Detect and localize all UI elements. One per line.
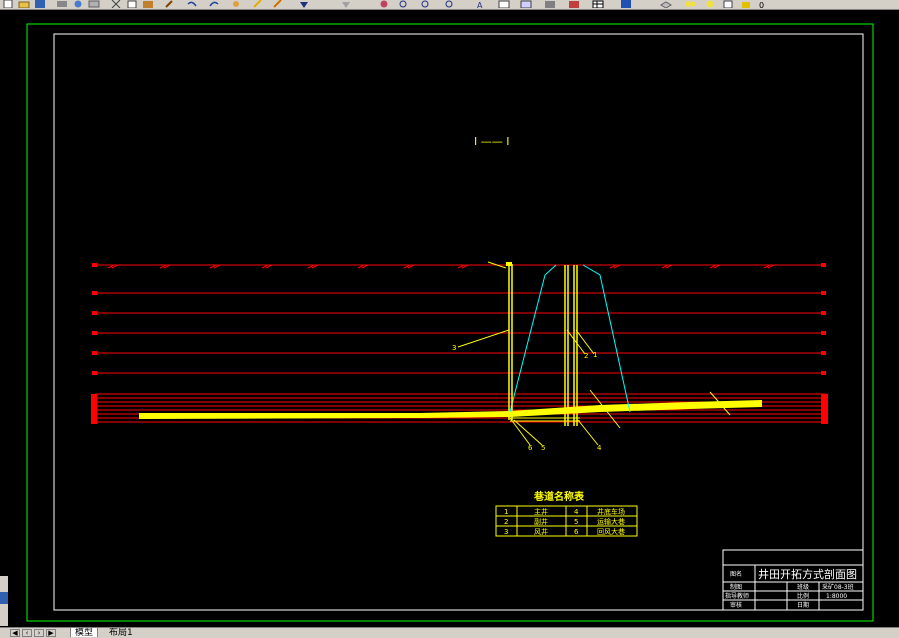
arrow-down-icon[interactable] xyxy=(298,0,312,8)
label-3: 3 xyxy=(452,344,456,352)
open-file-icon[interactable] xyxy=(18,0,32,8)
title-block-label: 指导教师 xyxy=(725,592,749,600)
layer-color-icon[interactable] xyxy=(722,0,736,8)
match-properties-icon[interactable] xyxy=(164,0,178,8)
legend-cell: 主井 xyxy=(534,507,548,516)
pencil-icon[interactable] xyxy=(252,0,266,8)
tab-first-arrow-icon[interactable]: ◀ xyxy=(10,629,20,637)
match-icon[interactable] xyxy=(272,0,286,8)
cut-icon[interactable] xyxy=(110,0,124,8)
new-file-icon[interactable] xyxy=(2,0,16,8)
layout-tab-strip: ◀ ‹ › ▶ 模型 布局1 xyxy=(0,627,899,638)
left-elevation-markers xyxy=(91,263,97,424)
save-icon[interactable] xyxy=(34,0,48,8)
tab-prev-arrow-icon[interactable]: ‹ xyxy=(22,629,32,637)
tab-layout1[interactable]: 布局1 xyxy=(105,628,137,638)
legend-cell: 副井 xyxy=(534,517,548,526)
label-5: 5 xyxy=(541,444,545,452)
arrow-down-disabled-icon xyxy=(340,0,354,8)
legend-cell: 2 xyxy=(504,518,508,526)
legend-cell: 风井 xyxy=(534,527,548,536)
legend-cell: 3 xyxy=(504,528,508,536)
tool-palettes-icon[interactable] xyxy=(544,0,558,8)
right-elevation-markers xyxy=(821,263,828,424)
title-block-value: 1:8000 xyxy=(826,593,847,600)
title-block-label: 比例 xyxy=(797,592,809,600)
legend-title: 巷道名称表 xyxy=(533,490,585,503)
sheet-set-icon[interactable] xyxy=(568,0,582,8)
incline-slope xyxy=(509,264,557,413)
legend-cell: 运输大巷 xyxy=(597,517,625,526)
help-icon[interactable] xyxy=(620,0,634,8)
incline-slope-right xyxy=(582,264,631,413)
zoom-realtime-icon[interactable] xyxy=(398,0,412,8)
title-block-value: 采矿08-3班 xyxy=(822,583,854,591)
legend-cell: 1 xyxy=(504,508,508,516)
title-block-label: 日期 xyxy=(797,601,809,609)
title-block: 图名 制图 班级 采矿08-3班 指导教师 比例 1:8000 审核 日期 井田… xyxy=(722,549,864,611)
label-1: 1 xyxy=(593,351,597,359)
title-block-label: 制图 xyxy=(730,583,742,591)
tab-model[interactable]: 模型 xyxy=(70,628,99,638)
properties-icon[interactable] xyxy=(498,0,512,8)
pan-realtime-icon[interactable] xyxy=(378,0,392,8)
ucs-toolbar xyxy=(0,576,8,626)
pan-icon[interactable] xyxy=(230,0,244,8)
legend-cell: 6 xyxy=(574,528,579,536)
layer-zero-icon[interactable]: 0 xyxy=(758,0,772,8)
table-icon[interactable] xyxy=(592,0,606,8)
label-4: 4 xyxy=(597,444,602,452)
design-center-icon[interactable] xyxy=(520,0,534,8)
text-style-icon[interactable]: A xyxy=(476,0,490,8)
tab-next-arrow-icon[interactable]: › xyxy=(34,629,44,637)
publish-icon[interactable] xyxy=(88,0,102,8)
layer-state-icon[interactable] xyxy=(684,0,698,8)
layer-freeze-icon[interactable] xyxy=(704,0,718,8)
drawing-title: 井田开拓方式剖面图 xyxy=(758,567,857,581)
plot-icon[interactable] xyxy=(56,0,70,8)
layer-lock-icon[interactable] xyxy=(740,0,754,8)
title-block-label: 审核 xyxy=(730,601,742,609)
toolbar: A 0 xyxy=(0,0,899,10)
legend-table: 巷道名称表 1 主井 4 井底车场 2 副井 5 运输大巷 3 风井 6 回风大… xyxy=(495,490,638,537)
redo-icon[interactable] xyxy=(208,0,222,8)
undo-icon[interactable] xyxy=(186,0,200,8)
drawing-canvas[interactable]: I —— I 3 2 1 6 5 4 巷道名称表 1 主井 4 井底车场 2 副… xyxy=(0,10,899,627)
shaft-headframe xyxy=(506,262,512,266)
copy-icon[interactable] xyxy=(126,0,140,8)
paste-icon[interactable] xyxy=(142,0,156,8)
zoom-previous-icon[interactable] xyxy=(444,0,458,8)
label-2: 2 xyxy=(584,352,588,360)
preview-icon[interactable] xyxy=(72,0,86,8)
zoom-window-icon[interactable] xyxy=(420,0,434,8)
svg-text:0: 0 xyxy=(759,1,764,8)
layers-icon[interactable] xyxy=(660,0,674,8)
title-block-label: 图名 xyxy=(730,570,742,578)
roadways xyxy=(510,417,580,422)
svg-text:A: A xyxy=(477,1,483,8)
label-6: 6 xyxy=(528,444,533,452)
leader-lines xyxy=(457,329,731,446)
ucs-icon[interactable] xyxy=(0,592,8,604)
legend-cell: 4 xyxy=(574,508,579,516)
tab-last-arrow-icon[interactable]: ▶ xyxy=(46,629,56,637)
outer-frame xyxy=(26,23,874,622)
legend-cell: 回风大巷 xyxy=(597,527,625,536)
legend-cell: 5 xyxy=(574,518,578,526)
legend-cell: 井底车场 xyxy=(597,507,625,516)
section-title: I —— I xyxy=(474,135,509,148)
inner-frame xyxy=(53,33,864,611)
title-block-label: 班级 xyxy=(797,583,809,591)
